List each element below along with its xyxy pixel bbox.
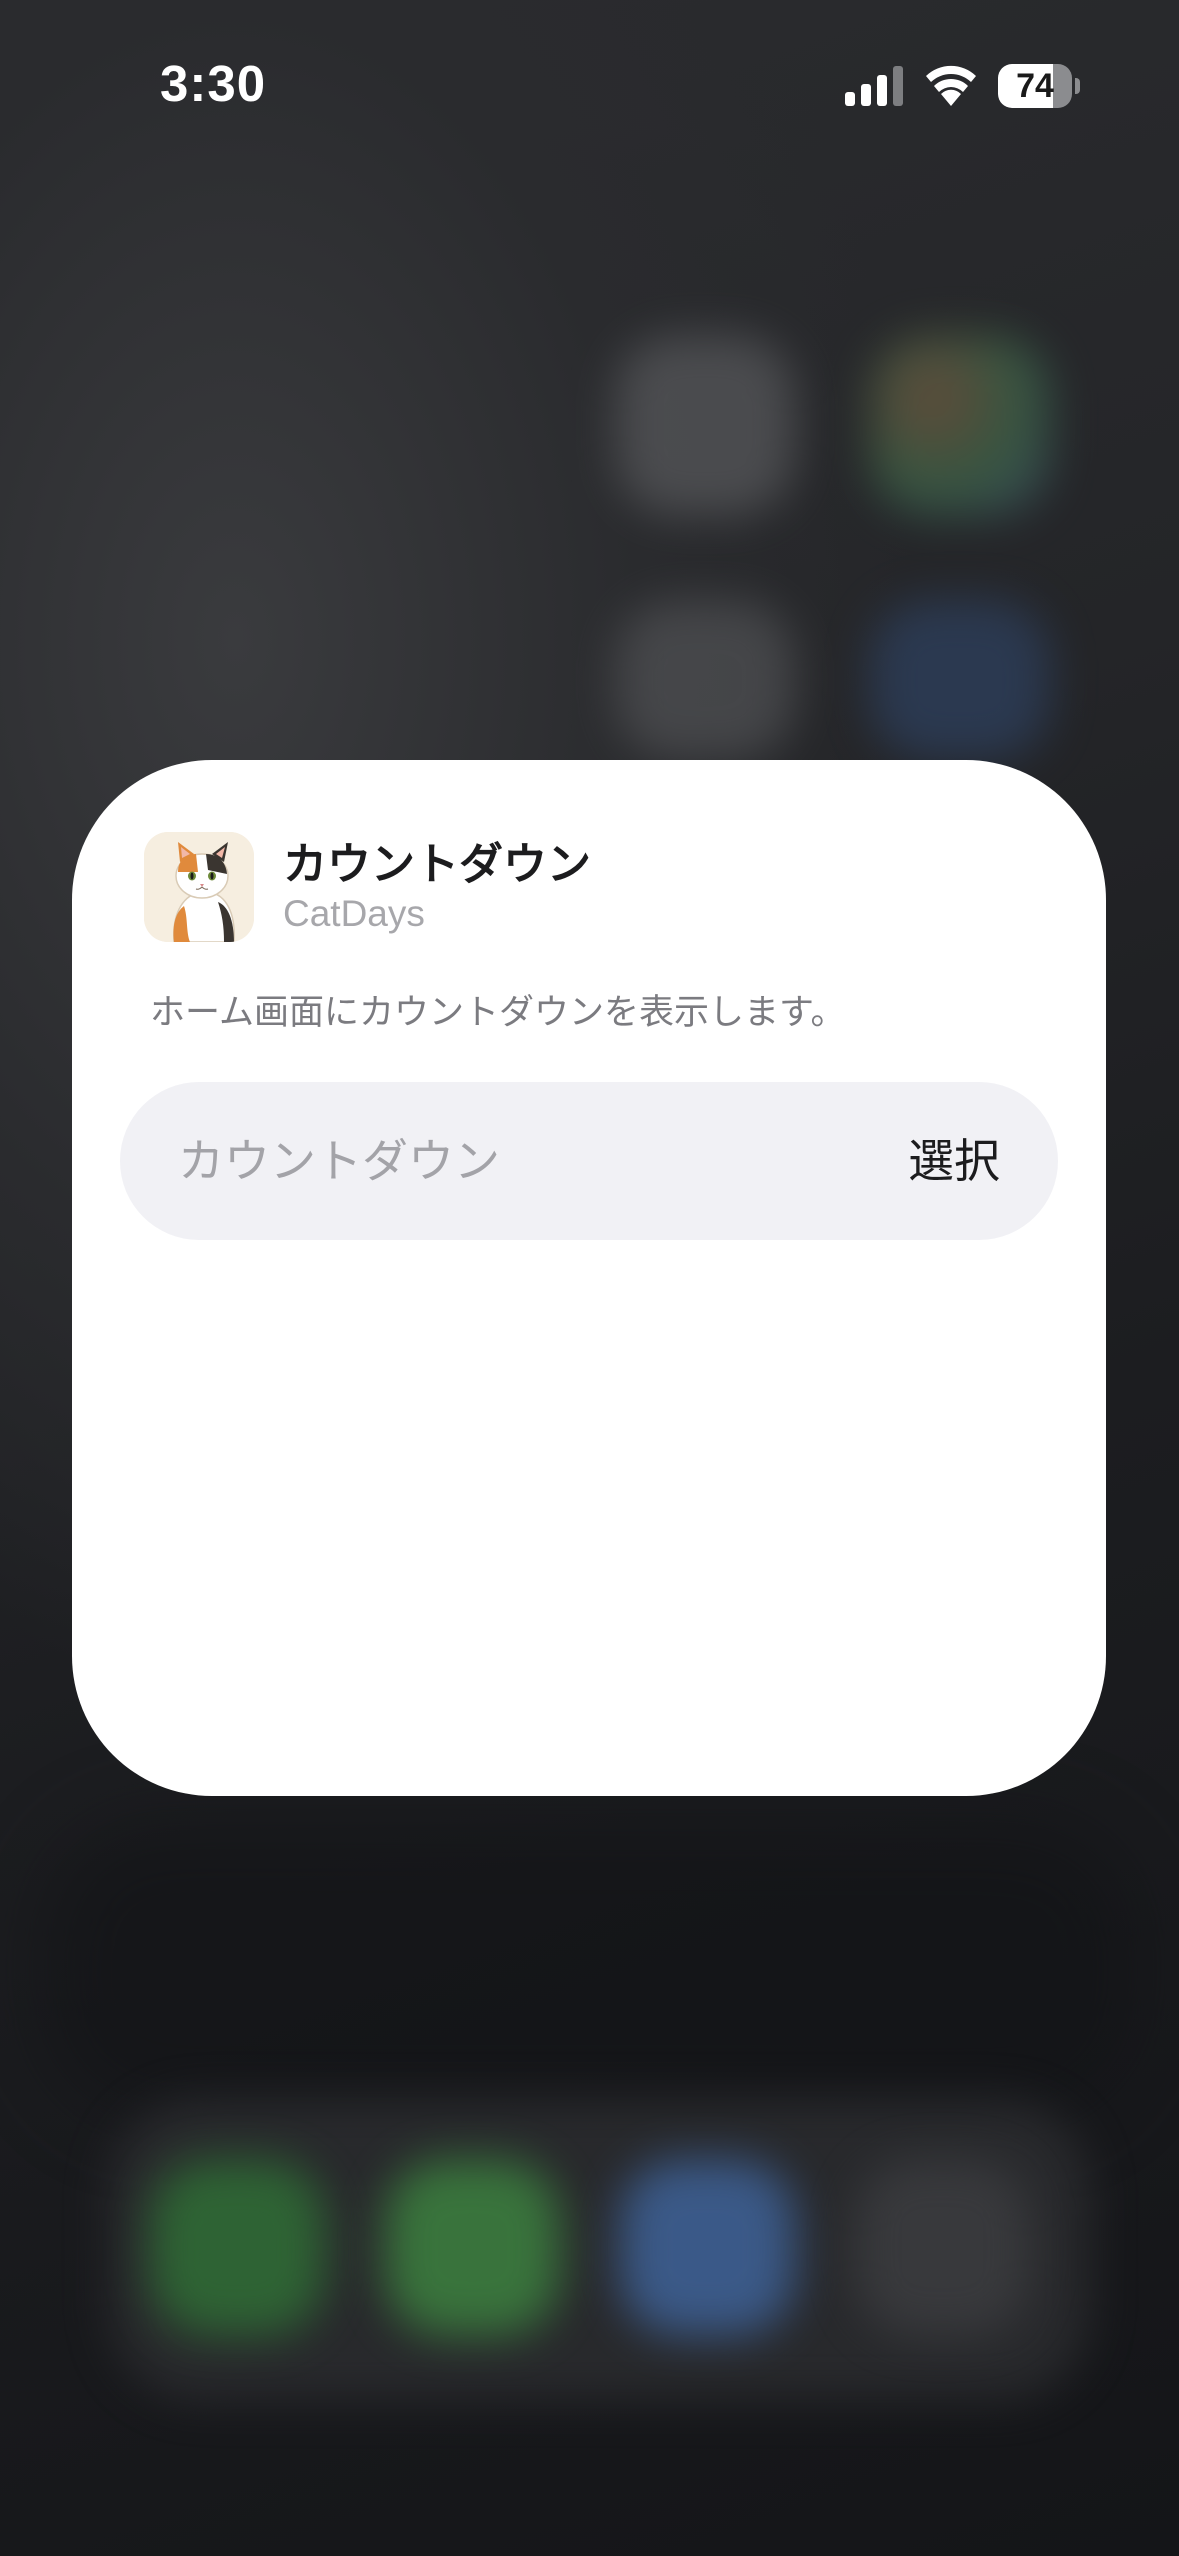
calico-cat-icon bbox=[144, 832, 254, 942]
blurred-app-icon bbox=[615, 600, 795, 760]
wifi-icon bbox=[926, 65, 976, 106]
battery-indicator: 74 bbox=[998, 64, 1080, 108]
widget-description: ホーム画面にカウントダウンを表示します。 bbox=[150, 993, 846, 1033]
countdown-parameter-row[interactable]: カウントダウン 選択 bbox=[120, 1082, 1058, 1240]
blurred-app-icon bbox=[870, 335, 1050, 515]
cellular-signal-icon bbox=[845, 66, 903, 106]
widget-title: カウントダウン bbox=[283, 839, 591, 890]
select-button[interactable]: 選択 bbox=[908, 1082, 1000, 1240]
battery-tip bbox=[1075, 78, 1080, 94]
blurred-dock-icon bbox=[150, 2160, 325, 2335]
widget-config-card: カウントダウン CatDays ホーム画面にカウントダウンを表示します。 カウン… bbox=[72, 760, 1106, 1796]
countdown-parameter-label: カウントダウン bbox=[178, 1134, 500, 1188]
widget-app-name: CatDays bbox=[283, 893, 425, 934]
blurred-app-icon bbox=[870, 600, 1050, 760]
blurred-dock-icon bbox=[620, 2160, 795, 2335]
blurred-dock-icon bbox=[855, 2160, 1030, 2335]
blurred-app-icon bbox=[615, 335, 795, 515]
blurred-widget-area bbox=[40, 1820, 1140, 2120]
status-time: 3:30 bbox=[160, 55, 267, 112]
battery-level-text: 74 bbox=[1016, 67, 1054, 105]
blurred-dock-icon bbox=[385, 2160, 560, 2335]
